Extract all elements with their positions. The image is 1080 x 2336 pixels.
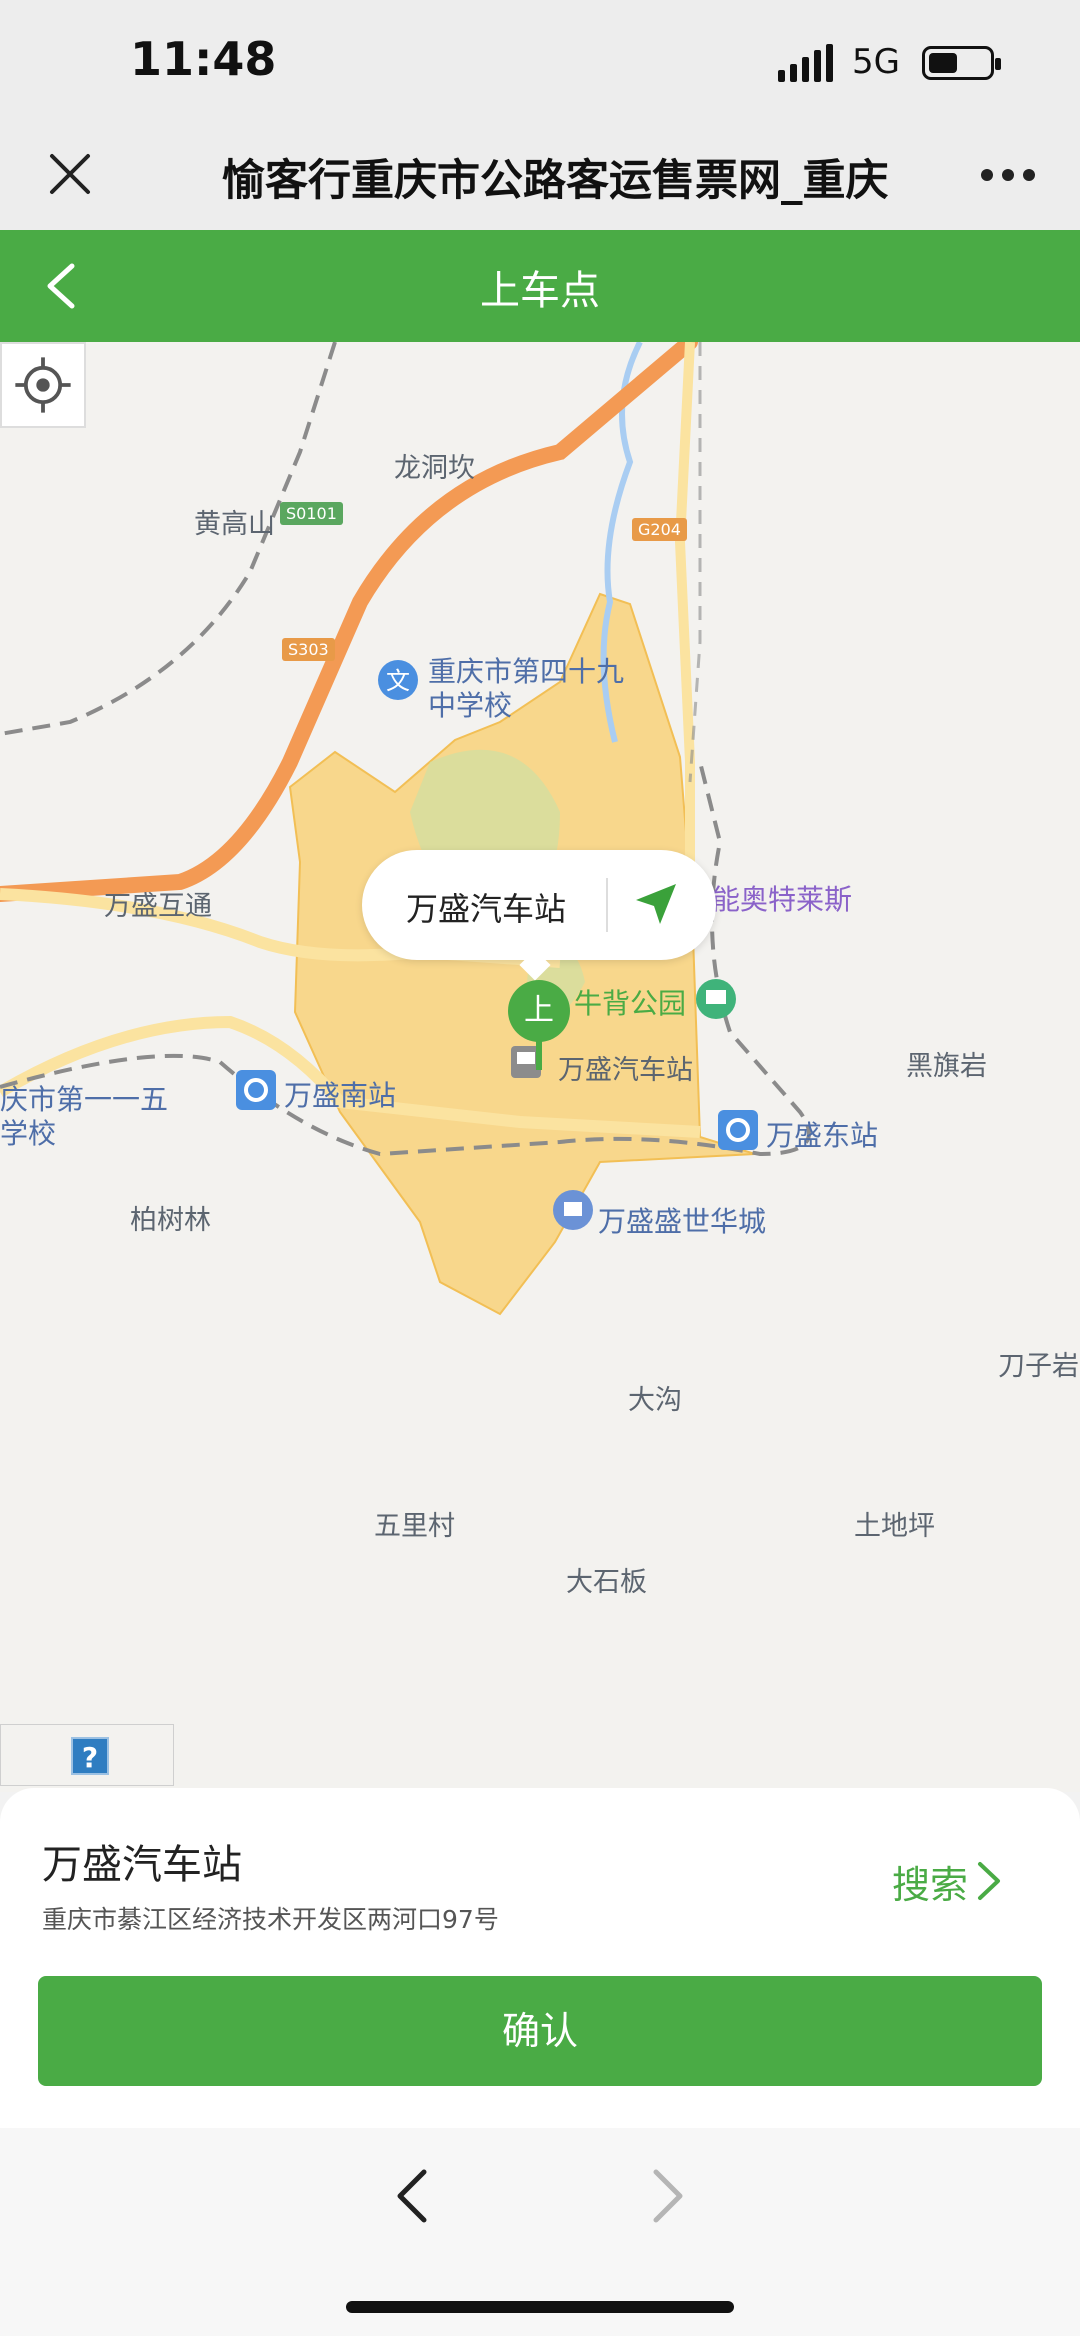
pickup-pin[interactable]: 上 (508, 980, 570, 1042)
road-s303: S303 (282, 638, 335, 661)
place-wansheng-east[interactable]: 万盛东站 (766, 1114, 878, 1154)
browser-back-icon[interactable] (392, 2166, 432, 2226)
search-link[interactable]: 搜索 (892, 1854, 968, 1909)
place-heiqiyan: 黑旗岩 (906, 1051, 987, 1082)
more-icon[interactable] (980, 168, 1036, 182)
station-panel: 万盛汽车站 重庆市綦江区经济技术开发区两河口97号 搜索 确认 (0, 1788, 1080, 2128)
chevron-right-icon[interactable] (974, 1858, 1004, 1904)
park-marker (696, 979, 736, 1019)
app-header: 上车点 (0, 230, 1080, 342)
confirm-button[interactable]: 确认 (38, 1976, 1042, 2086)
place-baishulin: 柏树林 (130, 1205, 211, 1236)
navigate-arrow-icon[interactable] (630, 878, 682, 930)
residential-marker (553, 1190, 593, 1230)
callout-divider (606, 878, 608, 932)
browser-nav-bar (0, 2128, 1080, 2336)
place-school115-line2[interactable]: 学校 (0, 1112, 56, 1152)
network-type: 5G (852, 42, 900, 82)
place-daozyan: 刀子岩 (998, 1351, 1079, 1382)
place-dashiban: 大石板 (566, 1567, 647, 1598)
place-outlets[interactable]: 能奥特莱斯 (712, 878, 852, 918)
place-wanshenghutong: 万盛互通 (104, 891, 212, 922)
place-tudiping: 土地坪 (854, 1511, 935, 1542)
place-shengshihuacheng[interactable]: 万盛盛世华城 (598, 1200, 766, 1240)
home-indicator[interactable] (346, 2301, 734, 2313)
selected-station-name: 万盛汽车站 (42, 1842, 242, 1888)
battery-icon (922, 46, 1001, 80)
school-marker: 文 (378, 660, 418, 700)
place-wulicun: 五里村 (374, 1511, 455, 1542)
header-title: 上车点 (480, 268, 600, 314)
place-huanggaoshan: 黄高山 (194, 509, 275, 540)
selected-station-address: 重庆市綦江区经济技术开发区两河口97号 (42, 1905, 499, 1934)
place-school49-line2[interactable]: 中学校 (428, 684, 512, 724)
place-wansheng-bus-station[interactable]: 万盛汽车站 (558, 1048, 693, 1087)
map-view[interactable]: 文 S0101 G204 S303 龙洞坎 黄高山 重庆市第四十九 中学校 万盛… (0, 342, 1080, 1792)
place-wansheng-south[interactable]: 万盛南站 (284, 1074, 396, 1114)
road-g204: G204 (632, 518, 687, 541)
signal-icon (778, 44, 833, 82)
pickup-pin-stem (536, 1040, 542, 1070)
close-icon[interactable] (44, 148, 96, 200)
svg-text:文: 文 (386, 667, 410, 695)
place-dagou: 大沟 (628, 1385, 682, 1416)
browser-title-bar: 愉客行重庆市公路客运售票网_重庆 (0, 118, 1080, 230)
page-title: 愉客行重庆市公路客运售票网_重庆 (222, 156, 888, 206)
east-station-marker (718, 1110, 758, 1150)
locate-me-button[interactable] (0, 342, 86, 428)
help-icon[interactable]: ? (71, 1737, 109, 1775)
status-time: 11:48 (130, 32, 277, 86)
station-callout[interactable]: 万盛汽车站 (362, 850, 716, 981)
browser-forward-icon[interactable] (648, 2166, 688, 2226)
south-station-marker (236, 1070, 276, 1110)
place-longdongkan: 龙洞坎 (394, 453, 475, 484)
callout-station-name: 万盛汽车站 (406, 890, 567, 928)
status-bar: 11:48 5G (0, 0, 1080, 118)
road-s0101: S0101 (280, 502, 343, 525)
place-niubei-park[interactable]: 牛背公园 (574, 982, 686, 1022)
map-help[interactable]: ? (0, 1724, 174, 1786)
